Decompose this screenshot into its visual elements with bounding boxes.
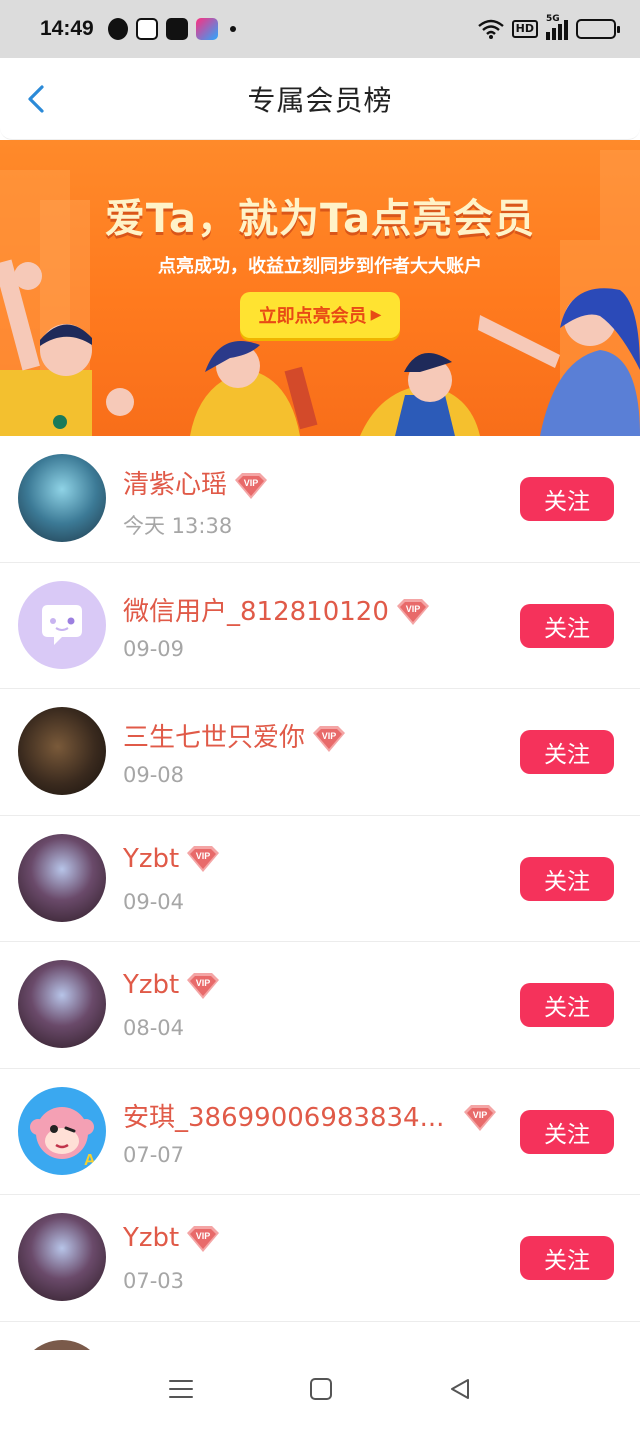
member-name-text: Yzbt <box>123 1223 179 1253</box>
avatar[interactable]: A <box>18 1087 106 1175</box>
list-item[interactable]: Yzbt VIP 09-04 关注 <box>0 816 640 943</box>
battery-icon <box>576 19 616 39</box>
banner-illustration <box>0 140 640 436</box>
play-arrow-icon: ▶ <box>371 307 382 323</box>
svg-text:VIP: VIP <box>196 1231 211 1241</box>
svg-text:VIP: VIP <box>322 731 337 741</box>
wechat-default-avatar-icon <box>18 581 106 669</box>
list-item[interactable]: 微信用户_812810120 VIP 09-09 关注 <box>0 563 640 690</box>
qq-icon <box>108 18 128 40</box>
avatar[interactable] <box>18 581 106 669</box>
follow-button[interactable]: 关注 <box>520 857 614 901</box>
avatar[interactable] <box>18 707 106 795</box>
member-date: 07-07 <box>123 1143 184 1167</box>
vip-diamond-icon: VIP <box>233 471 269 501</box>
vip-diamond-icon: VIP <box>185 1224 221 1254</box>
menu-icon[interactable] <box>168 1377 194 1401</box>
member-name-text: 安琪_38699006983834... <box>123 1103 444 1133</box>
member-date: 09-04 <box>123 890 184 914</box>
signal-label: 5G <box>546 14 560 24</box>
cta-label: 立即点亮会员 <box>259 302 367 328</box>
list-item[interactable]: Yzbt VIP 07-03 关注 <box>0 1195 640 1322</box>
wifi-icon <box>478 19 504 39</box>
list-item[interactable]: 三生七世只爱你 VIP 09-08 关注 <box>0 689 640 816</box>
avatar[interactable] <box>18 834 106 922</box>
svg-text:VIP: VIP <box>196 851 211 861</box>
member-date: 今天 13:38 <box>123 510 232 540</box>
member-name-text: Yzbt <box>123 970 179 1000</box>
svg-text:A: A <box>84 1152 96 1169</box>
svg-text:VIP: VIP <box>406 604 421 614</box>
list-item[interactable]: 清紫心瑶 VIP 今天 13:38 关注 <box>0 436 640 563</box>
vip-diamond-icon: VIP <box>185 971 221 1001</box>
page-title: 专属会员榜 <box>247 79 392 119</box>
svg-text:VIP: VIP <box>196 978 211 988</box>
list-item[interactable]: Yzbt VIP 08-04 关注 <box>0 942 640 1069</box>
list-item[interactable]: A 安琪_38699006983834... VIP 07-07 关注 <box>0 1069 640 1196</box>
member-name: Yzbt VIP <box>123 1223 221 1254</box>
member-date: 09-08 <box>123 763 184 787</box>
member-name: 三生七世只爱你 VIP <box>123 717 347 754</box>
member-name-text: Yzbt <box>123 844 179 874</box>
nav-bar: 专属会员榜 <box>0 58 640 140</box>
home-square-icon[interactable] <box>309 1377 333 1401</box>
member-name: 微信用户_812810120 VIP <box>123 591 431 628</box>
member-list: 清紫心瑶 VIP 今天 13:38 关注 微信用户_812810120 VIP 09… <box>0 436 640 1448</box>
avatar[interactable] <box>18 960 106 1048</box>
banner-subline: 点亮成功，收益立刻同步到作者大大账户 <box>0 252 640 278</box>
member-name-text: 微信用户_812810120 <box>123 597 389 627</box>
follow-button[interactable]: 关注 <box>520 983 614 1027</box>
member-name-text: 三生七世只爱你 <box>123 723 305 753</box>
hd-badge: HD <box>512 20 538 38</box>
tiktok-icon <box>166 18 188 40</box>
vip-diamond-icon: VIP <box>395 597 431 627</box>
follow-button[interactable]: 关注 <box>520 604 614 648</box>
youku-icon <box>196 18 218 40</box>
vip-diamond-icon: VIP <box>185 844 221 874</box>
follow-button[interactable]: 关注 <box>520 1236 614 1280</box>
monkey-cartoon-avatar-icon: A <box>18 1087 106 1175</box>
follow-button[interactable]: 关注 <box>520 1110 614 1154</box>
light-up-member-button[interactable]: 立即点亮会员 ▶ <box>240 292 400 338</box>
avatar[interactable] <box>18 1213 106 1301</box>
member-name: 清紫心瑶 VIP <box>123 464 269 501</box>
status-time: 14:49 <box>40 17 94 41</box>
svg-text:VIP: VIP <box>473 1110 488 1120</box>
status-bar: 14:49 HD 5G <box>0 0 640 58</box>
signal-icon: 5G <box>546 18 568 40</box>
member-date: 08-04 <box>123 1016 184 1040</box>
vip-diamond-icon: VIP <box>311 724 347 754</box>
follow-button[interactable]: 关注 <box>520 477 614 521</box>
chevron-left-icon[interactable] <box>22 84 52 114</box>
back-triangle-icon[interactable] <box>448 1377 472 1401</box>
promo-banner[interactable]: 爱Ta，就为Ta点亮会员 点亮成功，收益立刻同步到作者大大账户 立即点亮会员 ▶ <box>0 140 640 436</box>
banner-headline: 爱Ta，就为Ta点亮会员 <box>0 186 640 244</box>
follow-button[interactable]: 关注 <box>520 730 614 774</box>
dot-icon <box>230 26 236 32</box>
svg-text:VIP: VIP <box>244 478 259 488</box>
member-name: Yzbt VIP <box>123 844 221 875</box>
avatar[interactable] <box>18 454 106 542</box>
system-nav-bar <box>0 1350 640 1428</box>
member-date: 09-09 <box>123 637 184 661</box>
app-icon <box>136 18 158 40</box>
member-name-text: 清紫心瑶 <box>123 470 227 500</box>
member-name: Yzbt VIP <box>123 970 221 1001</box>
member-date: 07-03 <box>123 1269 184 1293</box>
member-name: 安琪_38699006983834... VIP <box>123 1097 498 1134</box>
vip-diamond-icon: VIP <box>462 1103 498 1133</box>
